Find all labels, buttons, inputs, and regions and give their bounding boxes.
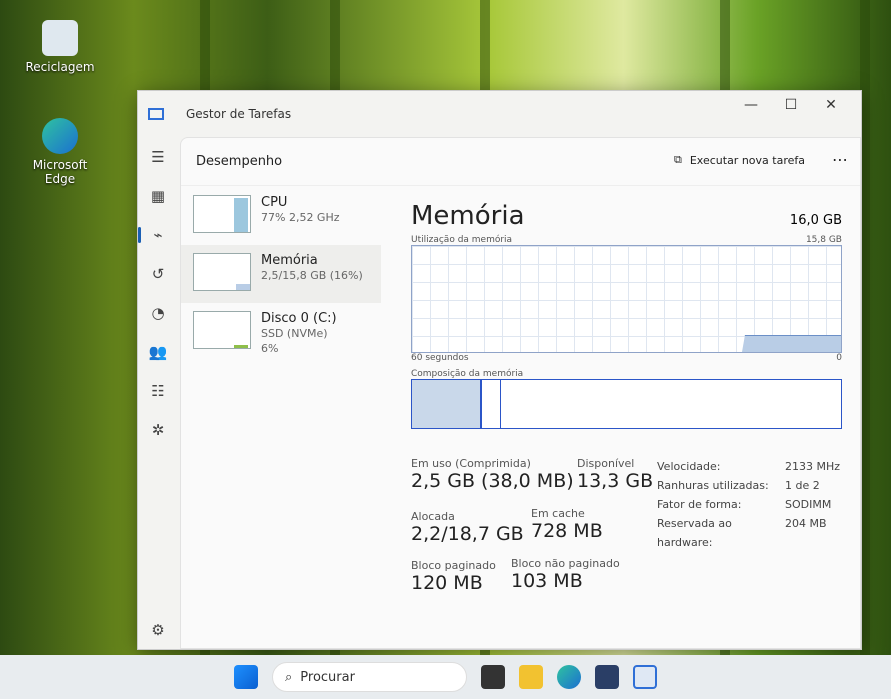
speed-value: 2133 MHz [785,460,841,473]
minimize-button[interactable]: — [731,97,771,113]
nav-rail: ☰ ▦ ⌁ ↺ ◔ 👥 ☷ ✲ ⚙ [138,137,178,649]
app-history-icon[interactable]: ↺ [138,254,178,293]
window-title: Gestor de Tarefas [186,107,292,121]
desktop-icon-edge[interactable]: Microsoft Edge [22,118,98,186]
composition-label: Composição da memória [411,369,524,379]
store-icon[interactable] [595,665,619,689]
memory-usage-fill [742,335,841,352]
in-use-value: 2,5 GB (38,0 MB) [411,470,574,492]
perf-item-memory[interactable]: Memória 2,5/15,8 GB (16%) [181,245,381,303]
memory-heading: Memória [411,201,525,231]
task-manager-taskbar-icon[interactable] [633,665,657,689]
nonpaged-pool-value: 103 MB [511,570,583,592]
start-button[interactable] [234,665,258,689]
disk-title: Disco 0 (C:) [261,311,337,326]
edge-label: Microsoft Edge [32,158,88,186]
speed-label: Velocidade: [657,460,721,473]
settings-icon[interactable]: ⚙ [138,621,178,639]
run-task-icon: ⧉ [673,153,682,166]
processes-icon[interactable]: ▦ [138,176,178,215]
composition-in-use [412,380,482,428]
form-factor-value: SODIMM [785,498,832,511]
available-label: Disponível [577,457,635,470]
recycle-bin-label: Reciclagem [25,60,95,74]
composition-modified [482,380,501,428]
disk-usage: 6% [261,342,279,355]
memory-usage-graph [411,245,842,353]
memory-details: Velocidade: 2133 MHz Ranhuras utilizadas:… [657,457,840,552]
details-icon[interactable]: ☷ [138,371,178,410]
recycle-bin-icon [42,20,78,56]
more-options-button[interactable]: ⋯ [832,150,848,169]
cpu-sub: 77% 2,52 GHz [261,211,340,224]
available-value: 13,3 GB [577,470,654,492]
slots-value: 1 de 2 [785,479,820,492]
run-new-task-button[interactable]: ⧉ Executar nova tarefa [674,153,805,167]
nonpaged-pool-label: Bloco não paginado [511,557,620,570]
paged-pool-value: 120 MB [411,572,483,594]
hw-reserved-label: Reservada ao hardware: [657,517,732,549]
slots-label: Ranhuras utilizadas: [657,479,769,492]
search-icon: ⌕ [285,669,293,685]
taskbar: ⌕ Procurar [0,655,891,699]
perf-item-disk[interactable]: Disco 0 (C:) SSD (NVMe) 6% [181,303,381,361]
composition-free [501,380,841,428]
memory-composition-bar [411,379,842,429]
page-title: Desempenho [196,154,283,169]
memory-total: 16,0 GB [789,213,842,228]
memory-title: Memória [261,253,318,268]
file-explorer-icon[interactable] [519,665,543,689]
cached-value: 728 MB [531,520,603,542]
paged-pool-label: Bloco paginado [411,559,496,572]
disk-sub: SSD (NVMe) [261,327,328,340]
form-factor-label: Fator de forma: [657,498,742,511]
committed-value: 2,2/18,7 GB [411,523,524,545]
disk-thumbnail-graph [193,311,251,349]
memory-sub: 2,5/15,8 GB (16%) [261,269,363,282]
usage-graph-label: Utilização da memória [411,235,513,245]
task-manager-icon [148,108,164,120]
performance-icon[interactable]: ⌁ [138,215,178,254]
run-task-label: Executar nova tarefa [689,153,805,167]
maximize-button[interactable]: ☐ [771,97,811,113]
memory-thumbnail-graph [193,253,251,291]
edge-taskbar-icon[interactable] [557,665,581,689]
cpu-title: CPU [261,195,288,210]
search-box[interactable]: ⌕ Procurar [272,662,467,692]
edge-icon [42,118,78,154]
performance-list: CPU 77% 2,52 GHz Memória 2,5/15,8 GB (16%)… [181,187,381,361]
close-button[interactable]: ✕ [811,97,851,113]
services-icon[interactable]: ✲ [138,410,178,449]
startup-apps-icon[interactable]: ◔ [138,293,178,332]
hamburger-menu-icon[interactable]: ☰ [138,137,178,176]
committed-label: Alocada [411,510,455,523]
users-icon[interactable]: 👥 [138,332,178,371]
task-manager-window: Gestor de Tarefas — ☐ ✕ ☰ ▦ ⌁ ↺ ◔ 👥 ☷ ✲ … [137,90,862,650]
search-placeholder: Procurar [300,669,355,685]
in-use-label: Em uso (Comprimida) [411,457,531,470]
time-axis-label: 60 segundos [411,353,469,363]
usage-graph-max: 15,8 GB [805,235,842,245]
memory-panel: Memória 16,0 GB Utilização da memória 15,… [411,187,842,607]
hw-reserved-value: 204 MB [785,517,827,530]
perf-item-cpu[interactable]: CPU 77% 2,52 GHz [181,187,381,245]
graph-min-label: 0 [836,353,842,363]
task-view-icon[interactable] [481,665,505,689]
cpu-thumbnail-graph [193,195,251,233]
desktop-icon-recycle-bin[interactable]: Reciclagem [22,20,98,74]
cached-label: Em cache [531,507,585,520]
